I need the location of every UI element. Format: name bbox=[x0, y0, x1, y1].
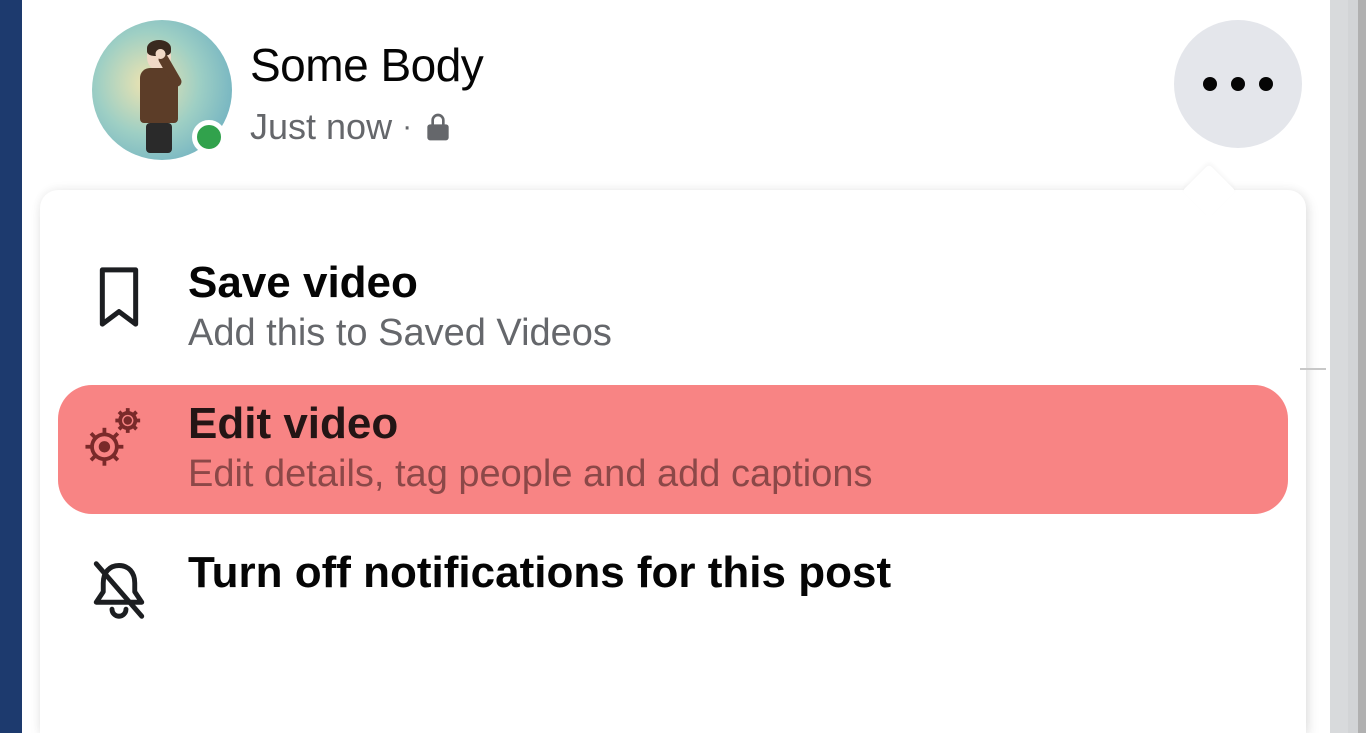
post-more-button[interactable] bbox=[1174, 20, 1302, 148]
author-name[interactable]: Some Body bbox=[250, 38, 483, 92]
menu-item-edit-video[interactable]: Edit video Edit details, tag people and … bbox=[58, 385, 1288, 514]
post-header: Some Body Just now · bbox=[22, 0, 1330, 185]
post-options-menu: Save video Add this to Saved Videos bbox=[40, 190, 1306, 733]
menu-item-subtitle: Add this to Saved Videos bbox=[188, 312, 1262, 355]
bookmark-icon bbox=[84, 258, 154, 330]
menu-item-save-video[interactable]: Save video Add this to Saved Videos bbox=[58, 236, 1288, 379]
post-timestamp[interactable]: Just now bbox=[250, 106, 392, 148]
bell-off-icon bbox=[84, 548, 154, 626]
gears-icon bbox=[84, 399, 154, 471]
post-meta: Just now · bbox=[250, 106, 483, 148]
presence-online-indicator bbox=[192, 120, 226, 154]
meta-separator: · bbox=[402, 110, 412, 144]
right-scroll-gutter bbox=[1330, 0, 1366, 733]
menu-item-title: Edit video bbox=[188, 399, 1262, 449]
lock-icon[interactable] bbox=[422, 110, 454, 144]
divider bbox=[1300, 368, 1326, 370]
more-horizontal-icon bbox=[1203, 77, 1273, 91]
menu-item-turn-off-notifications[interactable]: Turn off notifications for this post bbox=[58, 526, 1288, 650]
left-accent-strip bbox=[0, 0, 22, 733]
avatar[interactable] bbox=[92, 20, 232, 160]
menu-item-subtitle: Edit details, tag people and add caption… bbox=[188, 453, 1262, 496]
menu-item-title: Save video bbox=[188, 258, 1262, 308]
menu-item-title: Turn off notifications for this post bbox=[188, 548, 1262, 598]
